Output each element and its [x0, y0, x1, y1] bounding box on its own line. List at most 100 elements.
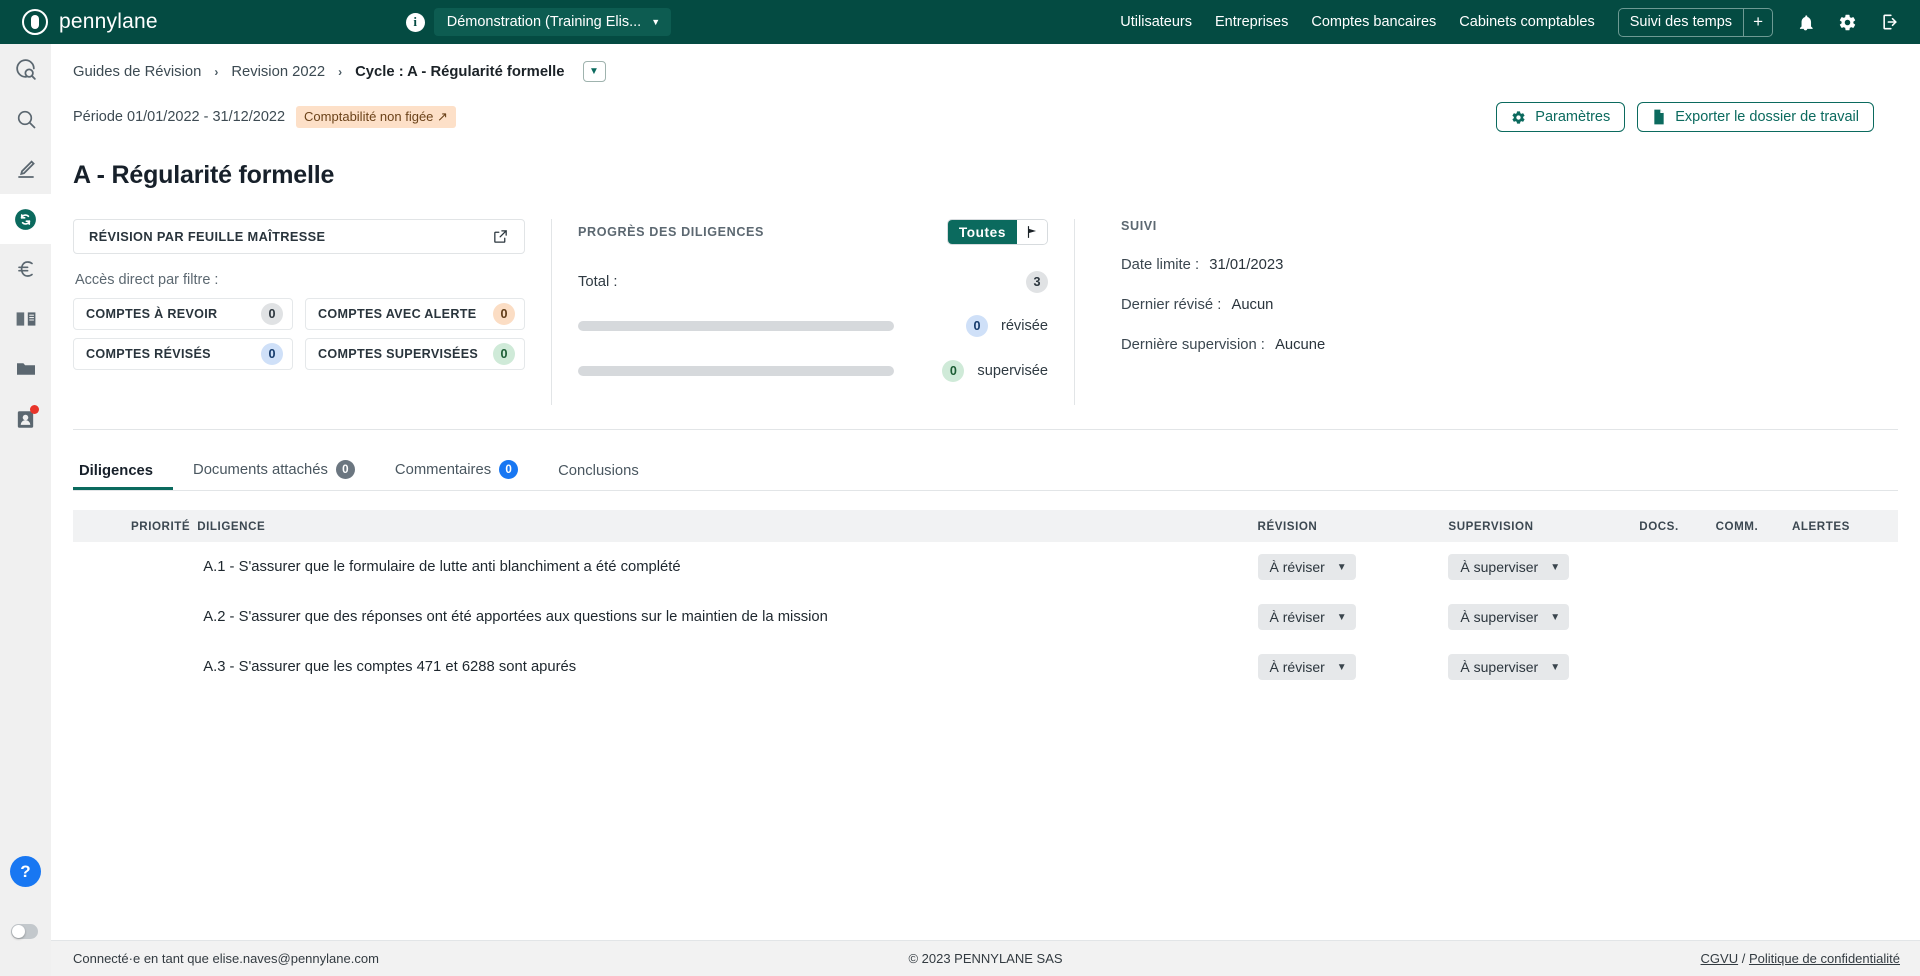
diligences-table-wrapper: PRIORITÉ DILIGENCE RÉVISION SUPERVISION … — [73, 510, 1898, 692]
breadcrumb-separator-icon: › — [214, 64, 219, 79]
supervision-status-select[interactable]: À superviser ▼ — [1448, 654, 1570, 680]
suivi-label: Dernière supervision : — [1121, 337, 1265, 353]
accounting-status-badge[interactable]: Comptabilité non figée ↗ — [296, 106, 456, 128]
column-header-supervision: SUPERVISION — [1448, 519, 1534, 533]
sidebar-item-folder[interactable] — [0, 344, 51, 394]
table-row[interactable]: A.1 - S'assurer que le formulaire de lut… — [73, 542, 1898, 592]
column-header-comm: COMM. — [1715, 519, 1759, 533]
time-tracking-button[interactable]: Suivi des temps + — [1617, 7, 1773, 37]
period-row: Période 01/01/2022 - 31/12/2022 Comptabi… — [51, 82, 1920, 132]
filter-label-text: COMPTES RÉVISÉS — [86, 347, 211, 361]
tab-commentaires[interactable]: Commentaires 0 — [375, 460, 538, 490]
breadcrumb-item-revision[interactable]: Revision 2022 — [231, 64, 325, 80]
sidebar-item-book[interactable] — [0, 294, 51, 344]
tab-label: Diligences — [79, 463, 154, 479]
sidebar-item-search[interactable] — [0, 94, 51, 144]
cell-docs — [1639, 642, 1715, 692]
table-row[interactable]: A.2 - S'assurer que des réponses ont été… — [73, 592, 1898, 642]
column-header-alertes: ALERTES — [1791, 519, 1850, 533]
nav-item-cabinets-comptables[interactable]: Cabinets comptables — [1459, 14, 1594, 30]
cell-diligence[interactable]: A.1 - S'assurer que le formulaire de lut… — [197, 542, 1257, 592]
sidebar-expand-toggle[interactable] — [11, 924, 38, 939]
cell-alertes — [1792, 592, 1898, 642]
filter-count: 0 — [261, 343, 283, 365]
tab-documents-attaches[interactable]: Documents attachés 0 — [173, 460, 375, 490]
period-text: Période 01/01/2022 - 31/12/2022 — [73, 109, 286, 125]
export-workbook-button[interactable]: Exporter le dossier de travail — [1637, 102, 1874, 132]
info-icon[interactable]: i — [405, 12, 425, 32]
supervision-status-select[interactable]: À superviser ▼ — [1448, 604, 1570, 630]
revision-status-value: À réviser — [1269, 609, 1325, 625]
cell-diligence[interactable]: A.2 - S'assurer que des réponses ont été… — [197, 592, 1257, 642]
suivi-value: Aucune — [1275, 337, 1326, 353]
tab-label: Conclusions — [558, 463, 639, 479]
tab-conclusions[interactable]: Conclusions — [538, 463, 659, 490]
table-body: A.1 - S'assurer que le formulaire de lut… — [73, 542, 1898, 692]
revision-status-select[interactable]: À réviser ▼ — [1257, 654, 1356, 680]
filter-comptes-revises[interactable]: COMPTES RÉVISÉS 0 — [73, 338, 293, 370]
nav-item-entreprises[interactable]: Entreprises — [1215, 14, 1288, 30]
sidebar-item-contacts[interactable] — [0, 394, 51, 444]
filter-grid: COMPTES À REVOIR 0 COMPTES AVEC ALERTE 0… — [73, 298, 525, 370]
breadcrumb-current: Cycle : A - Régularité formelle — [355, 63, 565, 80]
chevron-down-icon: ▼ — [1336, 661, 1347, 673]
page-title: A - Régularité formelle — [73, 161, 335, 189]
filter-comptes-avec-alerte[interactable]: COMPTES AVEC ALERTE 0 — [305, 298, 525, 330]
sidebar-item-revision-cycle[interactable] — [0, 194, 51, 244]
footer-link-cgvu[interactable]: CGVU — [1701, 951, 1739, 966]
flag-icon[interactable] — [1017, 220, 1047, 244]
organization-name: Démonstration (Training Elis... — [446, 14, 642, 30]
cell-alertes — [1792, 642, 1898, 692]
progress-panel: PROGRÈS DES DILIGENCES Toutes Total : 3 … — [551, 219, 1074, 405]
organization-dropdown[interactable]: Démonstration (Training Elis... ▼ — [433, 8, 672, 36]
supervision-status-select[interactable]: À superviser ▼ — [1448, 554, 1570, 580]
supervision-status-value: À superviser — [1460, 609, 1539, 625]
contacts-notification-badge — [30, 405, 39, 414]
main-content: Guides de Révision › Revision 2022 › Cyc… — [51, 44, 1920, 976]
nav-item-comptes-bancaires[interactable]: Comptes bancaires — [1311, 14, 1436, 30]
sidebar-item-edit[interactable] — [0, 144, 51, 194]
cell-diligence[interactable]: A.3 - S'assurer que les comptes 471 et 6… — [197, 642, 1257, 692]
sidebar-item-review-search[interactable] — [0, 44, 51, 94]
master-sheet-link[interactable]: RÉVISION PAR FEUILLE MAÎTRESSE — [73, 219, 525, 254]
logout-icon[interactable] — [1880, 12, 1900, 32]
organization-selector[interactable]: i Démonstration (Training Elis... ▼ — [405, 8, 672, 36]
master-sheet-title: RÉVISION PAR FEUILLE MAÎTRESSE — [89, 229, 326, 244]
gear-icon[interactable] — [1838, 13, 1857, 32]
page-actions: Paramètres Exporter le dossier de travai… — [1496, 102, 1920, 132]
revision-status-select[interactable]: À réviser ▼ — [1257, 604, 1356, 630]
nav-item-utilisateurs[interactable]: Utilisateurs — [1120, 14, 1192, 30]
progress-track — [578, 321, 894, 331]
filter-comptes-a-revoir[interactable]: COMPTES À REVOIR 0 — [73, 298, 293, 330]
external-link-icon[interactable] — [492, 228, 509, 245]
bell-icon[interactable] — [1796, 13, 1815, 32]
filter-comptes-supervisees[interactable]: COMPTES SUPERVISÉES 0 — [305, 338, 525, 370]
revision-status-value: À réviser — [1269, 559, 1325, 575]
help-button[interactable]: ? — [10, 856, 41, 887]
chevron-down-icon: ▼ — [1550, 561, 1561, 573]
breadcrumb-chevron-down-icon[interactable]: ▼ — [582, 61, 606, 82]
progress-label: supervisée — [977, 363, 1048, 379]
cell-revision: À réviser ▼ — [1257, 592, 1449, 642]
time-tracking-add-button[interactable]: + — [1743, 8, 1772, 36]
cell-comm — [1716, 642, 1792, 692]
footer-user-info: Connecté·e en tant que elise.naves@penny… — [73, 951, 379, 966]
revision-status-select[interactable]: À réviser ▼ — [1257, 554, 1356, 580]
settings-button[interactable]: Paramètres — [1496, 102, 1626, 132]
master-sheet-panel: RÉVISION PAR FEUILLE MAÎTRESSE Accès dir… — [73, 219, 551, 405]
cell-comm — [1716, 542, 1792, 592]
table-row[interactable]: A.3 - S'assurer que les comptes 471 et 6… — [73, 642, 1898, 692]
progress-filter-toggle[interactable]: Toutes — [946, 219, 1048, 245]
breadcrumb-item-guides[interactable]: Guides de Révision — [73, 64, 201, 80]
brand-logo[interactable]: pennylane — [22, 9, 158, 35]
suivi-label: Dernier révisé : — [1121, 297, 1222, 313]
sidebar-item-euro[interactable] — [0, 244, 51, 294]
page-footer: Connecté·e en tant que elise.naves@penny… — [51, 940, 1920, 976]
progress-filter-all-button[interactable]: Toutes — [947, 220, 1017, 244]
tab-diligences[interactable]: Diligences — [73, 463, 173, 490]
column-header-priorite: PRIORITÉ — [131, 519, 191, 533]
footer-link-privacy[interactable]: Politique de confidentialité — [1749, 951, 1900, 966]
progress-count: 0 — [965, 315, 988, 337]
top-bar: pennylane i Démonstration (Training Elis… — [0, 0, 1920, 44]
brand-name: pennylane — [59, 10, 158, 33]
